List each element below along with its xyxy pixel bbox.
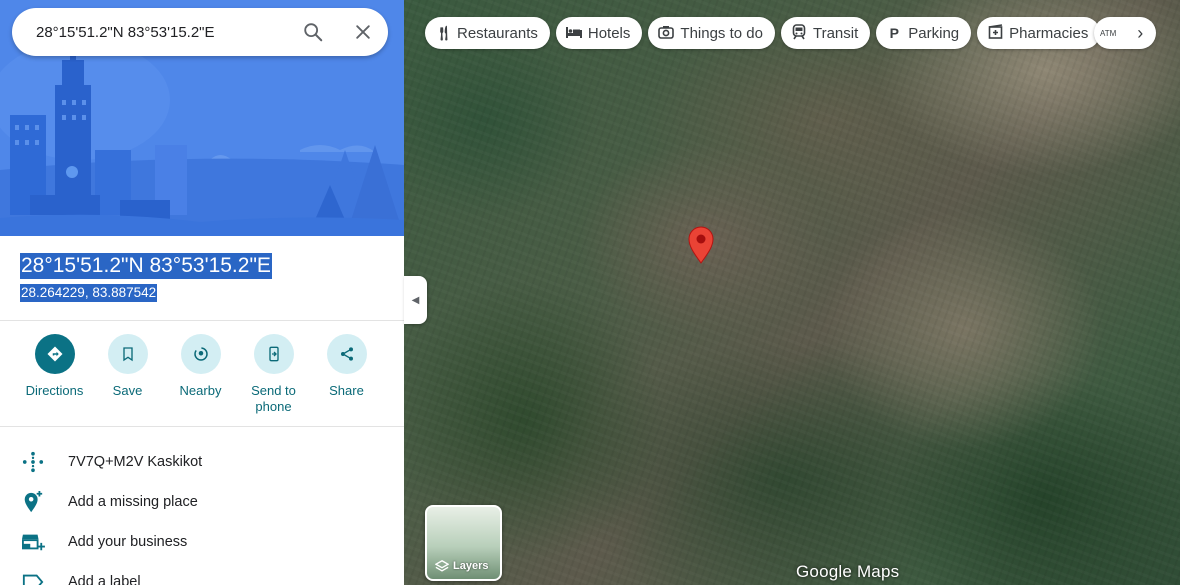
chevron-right-icon[interactable]: › (1126, 19, 1154, 47)
location-pin-icon[interactable] (687, 226, 715, 264)
save-label: Save (112, 383, 143, 398)
parking-icon: P (889, 25, 899, 41)
collapse-panel-button[interactable]: ◀ (404, 276, 427, 324)
close-icon (356, 25, 370, 39)
layers-button[interactable]: Layers (425, 505, 502, 581)
layers-label-group: Layers (435, 559, 488, 573)
plus-code-icon (20, 451, 46, 473)
pharmacy-icon (987, 24, 1003, 42)
search-input[interactable]: 28°15'51.2"N 83°53'15.2"E (12, 24, 288, 41)
chip-parking[interactable]: P Parking (876, 17, 972, 49)
send-to-phone-icon (253, 334, 294, 374)
add-business-text: Add your business (68, 534, 188, 550)
layers-icon (435, 559, 449, 572)
add-missing-place-row[interactable]: Add a missing place (20, 490, 198, 514)
chip-hotels[interactable]: Hotels (555, 17, 643, 49)
nearby-label: Nearby (179, 383, 222, 398)
divider (0, 320, 404, 321)
add-business-icon (20, 531, 46, 553)
camera-icon (658, 25, 675, 42)
chip-pharmacies[interactable]: Pharmacies (977, 17, 1101, 49)
directions-icon (34, 334, 75, 374)
hero-illustration: 28°15'51.2"N 83°53'15.2"E (0, 0, 404, 236)
divider (0, 426, 404, 427)
plus-code-row[interactable]: 7V7Q+M2V Kaskikot (20, 450, 202, 474)
bookmark-icon (107, 334, 148, 374)
chip-label: Pharmacies (1009, 24, 1089, 42)
clear-search-button[interactable] (338, 8, 388, 56)
add-missing-place-text: Add a missing place (68, 494, 198, 510)
save-button[interactable]: Save (91, 334, 164, 415)
place-coordinates: 28.264229, 83.887542 (20, 284, 158, 302)
chip-transit[interactable]: Transit (780, 17, 871, 49)
share-button[interactable]: Share (310, 334, 383, 415)
map-texture (404, 0, 1180, 585)
add-place-icon (20, 490, 46, 514)
add-business-row[interactable]: Add your business (20, 530, 187, 554)
chip-atm[interactable]: ATM › (1094, 17, 1156, 49)
chip-restaurants[interactable]: 🍴︎ Restaurants (425, 17, 550, 49)
search-button[interactable] (288, 8, 338, 56)
place-title: 28°15'51.2"N 83°53'15.2"E (20, 253, 272, 279)
chevron-left-icon: ◀ (411, 294, 420, 306)
send-to-phone-label: Send to phone (251, 383, 296, 414)
place-header: 28°15'51.2"N 83°53'15.2"E 28.264229, 83.… (20, 253, 272, 302)
chip-label: Restaurants (457, 24, 538, 42)
add-label-row[interactable]: Add a label (20, 570, 141, 585)
send-to-phone-button[interactable]: Send to phone (237, 334, 310, 415)
plus-code-text: 7V7Q+M2V Kaskikot (68, 454, 203, 470)
search-box[interactable]: 28°15'51.2"N 83°53'15.2"E (12, 8, 388, 56)
bed-icon (565, 25, 582, 41)
search-icon (304, 23, 323, 42)
chip-label: Transit (812, 24, 859, 42)
atm-icon: ATM (1100, 28, 1117, 38)
category-chips: 🍴︎ Restaurants Hotels Things to do Trans… (425, 17, 1101, 49)
chip-things-to-do[interactable]: Things to do (648, 17, 775, 49)
share-icon (326, 334, 367, 374)
add-label-text: Add a label (68, 574, 141, 585)
chip-label: Things to do (680, 24, 763, 42)
nearby-icon (180, 334, 221, 374)
chip-label: Hotels (587, 24, 631, 42)
satellite-map[interactable]: 🍴︎ Restaurants Hotels Things to do Trans… (404, 0, 1180, 585)
action-buttons: Directions Save Nearby Send to phone Sha… (18, 334, 383, 415)
directions-button[interactable]: Directions (18, 334, 91, 415)
nearby-button[interactable]: Nearby (164, 334, 237, 415)
train-icon (791, 23, 807, 43)
chip-label: Parking (908, 24, 960, 42)
directions-label: Directions (25, 383, 84, 398)
layers-label: Layers (453, 560, 489, 572)
label-icon (20, 573, 46, 585)
fork-knife-icon: 🍴︎ (435, 24, 453, 41)
side-panel: 28°15'51.2"N 83°53'15.2"E 28°15'51.2"N 8… (0, 0, 404, 585)
share-label: Share (329, 383, 364, 398)
google-maps-logo: Google Maps (796, 562, 900, 581)
